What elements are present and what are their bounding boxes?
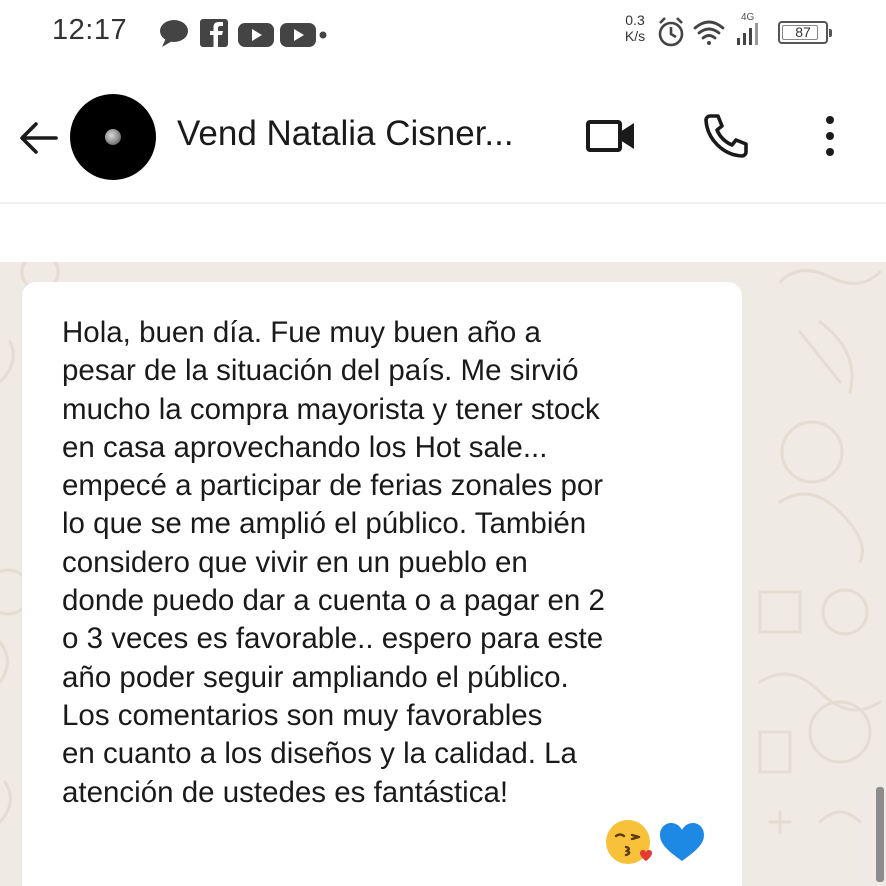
facebook-icon — [200, 19, 228, 47]
contact-name[interactable]: Vend Natalia Cisner... — [177, 114, 514, 154]
network-type: 4G — [741, 12, 755, 23]
message-line: o 3 veces es favorable.. espero para est… — [62, 622, 604, 656]
message-line: en casa aprovechando los Hot sale... — [62, 430, 548, 464]
message-text: Hola, buen día. Fue muy buen año a pesar … — [62, 314, 732, 812]
alarm-icon — [658, 17, 684, 47]
message-line: año poder seguir ampliando el público. — [62, 660, 569, 694]
status-bar: 12:17 0.3 K/s 4G 87 — [0, 0, 886, 70]
notification-icons — [160, 19, 327, 47]
message-line: donde puedo dar a cuenta o a pagar en 2 — [62, 584, 605, 618]
system-icons: 4G — [658, 12, 758, 47]
message-line: empecé a participar de ferias zonales po… — [62, 469, 604, 503]
arrow-left-icon[interactable] — [12, 112, 64, 164]
network-speed-value: 0.3 — [625, 12, 645, 28]
blue-heart-icon — [660, 823, 704, 861]
message-line: considero que vivir en un pueblo en — [62, 545, 528, 579]
chat-bubble-icon — [160, 20, 188, 47]
dot-icon — [319, 31, 327, 39]
signal-icon — [737, 23, 758, 45]
wifi-icon — [693, 20, 725, 45]
video-call-icon[interactable] — [580, 106, 640, 166]
status-time: 12:17 — [52, 14, 128, 46]
moon-image — [105, 129, 121, 145]
message-line: Hola, buen día. Fue muy buen año a — [62, 316, 541, 349]
message-bubble[interactable]: Hola, buen día. Fue muy buen año a pesar … — [22, 282, 742, 886]
message-line: en cuanto a los diseños y la calidad. La — [62, 737, 577, 771]
avatar[interactable] — [70, 94, 156, 180]
message-line: Los comentarios son muy favorables — [62, 698, 543, 732]
youtube-icon — [238, 23, 274, 47]
scrollbar[interactable] — [876, 787, 884, 882]
message-line: mucho la compra mayorista y tener stock — [62, 392, 600, 426]
battery-icon: 87 — [778, 21, 832, 44]
network-speed-unit: K/s — [624, 28, 646, 44]
chat-screen: 12:17 0.3 K/s 4G 87 Vend Natalia Cisner.… — [0, 0, 886, 886]
message-line: lo que se me amplió el público. También — [62, 507, 587, 541]
phone-icon[interactable] — [696, 106, 756, 166]
emoji-row — [606, 820, 704, 864]
header-divider — [0, 202, 886, 204]
battery-level: 87 — [795, 24, 811, 40]
message-line: atención de ustedes es fantástica! — [62, 775, 509, 809]
more-vertical-icon[interactable] — [800, 106, 860, 166]
youtube-icon — [280, 23, 316, 47]
chat-header: Vend Natalia Cisner... — [0, 70, 886, 205]
network-speed: 0.3 K/s — [619, 12, 651, 44]
chat-area[interactable]: Hola, buen día. Fue muy buen año a pesar … — [0, 262, 886, 886]
face-blowing-kiss-icon — [606, 820, 652, 864]
message-line: pesar de la situación del país. Me sirvi… — [62, 354, 579, 388]
